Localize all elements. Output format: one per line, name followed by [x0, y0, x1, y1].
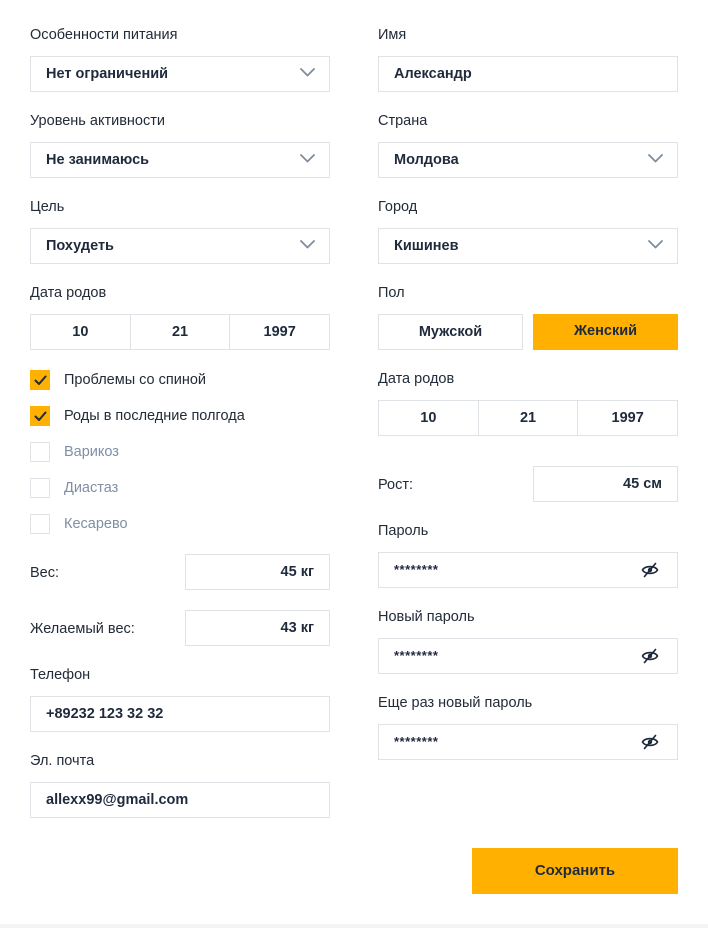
- checkbox-diastasis[interactable]: Диастаз: [30, 478, 118, 498]
- height-input[interactable]: 45 см: [533, 466, 678, 502]
- country-select[interactable]: Молдова: [378, 142, 678, 178]
- country-value: Молдова: [394, 152, 459, 168]
- name-input[interactable]: Александр: [378, 56, 678, 92]
- checkbox-label: Проблемы со спиной: [64, 372, 207, 388]
- height-label: Рост:: [378, 477, 414, 493]
- city-label: Город: [378, 199, 418, 215]
- activity-value: Не занимаюсь: [46, 152, 150, 168]
- email-label: Эл. почта: [30, 753, 95, 769]
- check-icon: [34, 375, 47, 385]
- chevron-down-icon: [648, 154, 663, 163]
- birth-year-field[interactable]: 1997: [230, 315, 329, 349]
- goal-label: Цель: [30, 199, 65, 215]
- gender-label: Пол: [378, 285, 405, 301]
- repeat-password-value: ********: [394, 734, 439, 749]
- email-input[interactable]: allexx99@gmail.com: [30, 782, 330, 818]
- eye-slash-icon[interactable]: [641, 648, 659, 664]
- checkbox-label: Варикоз: [64, 444, 119, 460]
- target-weight-input[interactable]: 43 кг: [185, 610, 330, 646]
- birth-date-label: Дата родов: [30, 285, 107, 301]
- activity-label: Уровень активности: [30, 113, 165, 129]
- check-icon: [34, 411, 47, 421]
- checkbox-varicose[interactable]: Варикоз: [30, 442, 119, 462]
- diet-label: Особенности питания: [30, 27, 178, 43]
- birth-month-field[interactable]: 21: [479, 401, 579, 435]
- target-weight-label: Желаемый вес:: [30, 621, 135, 637]
- birth-month-field[interactable]: 21: [131, 315, 231, 349]
- goal-select[interactable]: Похудеть: [30, 228, 330, 264]
- chevron-down-icon: [300, 68, 315, 77]
- checkbox-recent-birth[interactable]: Роды в последние полгода: [30, 406, 245, 426]
- bottom-divider: [0, 924, 708, 928]
- checkbox-cesarean[interactable]: Кесарево: [30, 514, 128, 534]
- repeat-password-label: Еще раз новый пароль: [378, 695, 533, 711]
- checkbox[interactable]: [30, 370, 50, 390]
- birth-date-label: Дата родов: [378, 371, 455, 387]
- eye-slash-icon[interactable]: [641, 562, 659, 578]
- weight-input[interactable]: 45 кг: [185, 554, 330, 590]
- diet-select[interactable]: Нет ограничений: [30, 56, 330, 92]
- password-input[interactable]: ********: [378, 552, 678, 588]
- birth-date-input: 10 21 1997: [378, 400, 678, 436]
- birth-day-field[interactable]: 10: [379, 401, 479, 435]
- password-label: Пароль: [378, 523, 429, 539]
- new-password-value: ********: [394, 648, 439, 663]
- checkbox[interactable]: [30, 406, 50, 426]
- city-value: Кишинев: [394, 238, 459, 254]
- repeat-password-input[interactable]: ********: [378, 724, 678, 760]
- new-password-input[interactable]: ********: [378, 638, 678, 674]
- gender-female-button[interactable]: Женский: [533, 314, 678, 350]
- checkbox[interactable]: [30, 514, 50, 534]
- eye-slash-icon[interactable]: [641, 734, 659, 750]
- password-value: ********: [394, 562, 439, 577]
- checkbox-label: Кесарево: [64, 516, 128, 532]
- gender-male-button[interactable]: Мужской: [378, 314, 523, 350]
- checkbox-label: Диастаз: [64, 480, 119, 496]
- phone-input[interactable]: +89232 123 32 32: [30, 696, 330, 732]
- goal-value: Похудеть: [46, 238, 114, 254]
- birth-year-field[interactable]: 1997: [578, 401, 677, 435]
- birth-day-field[interactable]: 10: [31, 315, 131, 349]
- city-select[interactable]: Кишинев: [378, 228, 678, 264]
- checkbox-back-problems[interactable]: Проблемы со спиной: [30, 370, 206, 390]
- checkbox-label: Роды в последние полгода: [64, 408, 245, 424]
- activity-select[interactable]: Не занимаюсь: [30, 142, 330, 178]
- name-label: Имя: [378, 27, 407, 43]
- country-label: Страна: [378, 113, 428, 129]
- chevron-down-icon: [648, 240, 663, 249]
- new-password-label: Новый пароль: [378, 609, 475, 625]
- phone-label: Телефон: [30, 667, 91, 683]
- diet-value: Нет ограничений: [46, 66, 169, 82]
- checkbox[interactable]: [30, 478, 50, 498]
- weight-label: Вес:: [30, 565, 60, 581]
- save-button[interactable]: Сохранить: [472, 848, 678, 894]
- chevron-down-icon: [300, 240, 315, 249]
- checkbox[interactable]: [30, 442, 50, 462]
- birth-date-input: 10 21 1997: [30, 314, 330, 350]
- chevron-down-icon: [300, 154, 315, 163]
